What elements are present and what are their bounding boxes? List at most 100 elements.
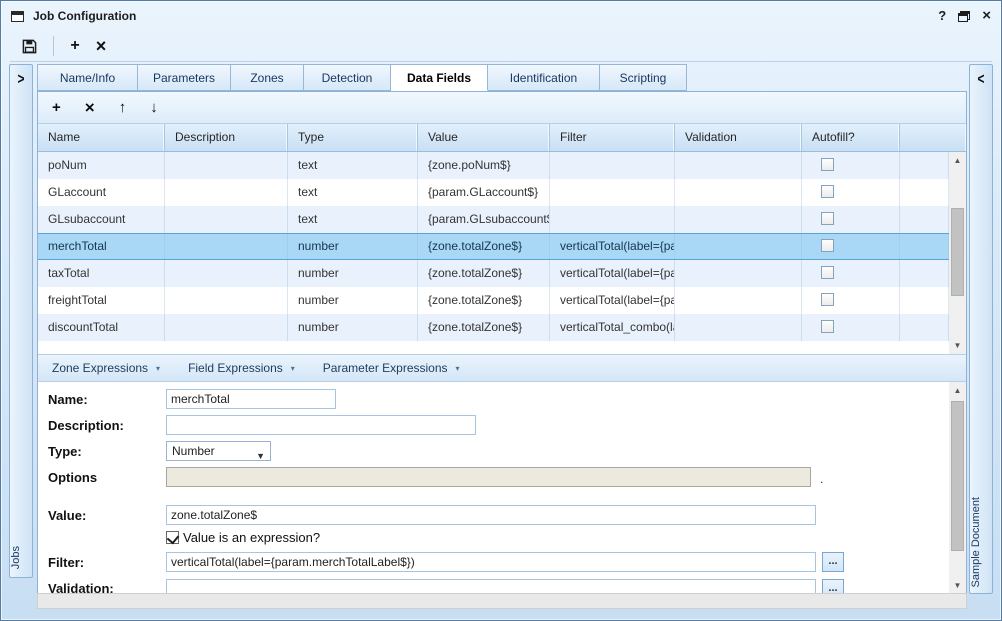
autofill-checkbox[interactable]: [821, 212, 834, 225]
table-row[interactable]: freightTotal number {zone.totalZone$} ve…: [38, 287, 949, 314]
toolbar-separator: [53, 36, 54, 56]
cell-filter: verticalTotal(label={par: [550, 260, 675, 287]
filter-ellipsis-button[interactable]: ...: [822, 552, 844, 572]
value-is-expression-checkbox[interactable]: [166, 531, 179, 544]
value-field[interactable]: [166, 505, 816, 525]
restore-icon[interactable]: [958, 11, 970, 22]
cell-validation: [675, 287, 802, 314]
expand-right-icon[interactable]: >: [10, 70, 32, 88]
cell-autofill: [802, 179, 900, 206]
description-field[interactable]: [166, 415, 476, 435]
tab-zones[interactable]: Zones: [231, 64, 304, 91]
add-job-button[interactable]: +: [62, 37, 88, 55]
cell-type: text: [288, 152, 418, 179]
help-icon[interactable]: ?: [938, 9, 946, 23]
save-icon[interactable]: [22, 39, 37, 54]
grid-scrollbar[interactable]: ▲ ▼: [949, 152, 966, 354]
title-bar[interactable]: Job Configuration ? ×: [11, 6, 991, 26]
scrollbar-thumb[interactable]: [951, 208, 964, 296]
table-row-selected[interactable]: merchTotal number {zone.totalZone$} vert…: [38, 233, 949, 260]
column-header-filter[interactable]: Filter: [550, 124, 675, 151]
table-row[interactable]: GLsubaccount text {param.GLsubaccount$}: [38, 206, 949, 233]
column-header-type[interactable]: Type: [288, 124, 418, 151]
value-label: Value:: [48, 508, 86, 523]
autofill-checkbox[interactable]: [821, 239, 834, 252]
delete-job-button[interactable]: ×: [88, 36, 114, 57]
cell-name: taxTotal: [38, 260, 165, 287]
scrollbar-thumb[interactable]: [951, 401, 964, 551]
move-field-down-button[interactable]: ↓: [150, 99, 158, 116]
window-toolbar: + ×: [10, 31, 992, 62]
expand-left-icon[interactable]: <: [970, 70, 992, 88]
tab-name-info[interactable]: Name/Info: [37, 64, 138, 91]
table-row[interactable]: taxTotal number {zone.totalZone$} vertic…: [38, 260, 949, 287]
validation-ellipsis-button[interactable]: ...: [822, 579, 844, 594]
type-select[interactable]: Number ▼: [166, 441, 271, 461]
table-row[interactable]: poNum text {zone.poNum$}: [38, 152, 949, 179]
tab-detection[interactable]: Detection: [304, 64, 391, 91]
column-header-name[interactable]: Name: [38, 124, 165, 151]
table-row[interactable]: discountTotal number {zone.totalZone$} v…: [38, 314, 949, 341]
scroll-up-icon[interactable]: ▲: [949, 382, 966, 399]
add-field-button[interactable]: +: [52, 99, 61, 116]
menu-parameter-expressions[interactable]: Parameter Expressions ▾: [323, 361, 460, 375]
column-header-autofill[interactable]: Autofill?: [802, 124, 900, 151]
cell-filter: verticalTotal(label={par: [550, 287, 675, 314]
autofill-checkbox[interactable]: [821, 158, 834, 171]
move-field-up-button[interactable]: ↑: [119, 99, 127, 116]
tab-parameters[interactable]: Parameters: [138, 64, 231, 91]
filter-field[interactable]: [166, 552, 816, 572]
column-header-description[interactable]: Description: [165, 124, 288, 151]
cell-type: text: [288, 179, 418, 206]
scroll-up-icon[interactable]: ▲: [949, 152, 966, 169]
jobs-panel-label[interactable]: Jobs: [10, 546, 32, 569]
tab-scripting[interactable]: Scripting: [600, 64, 687, 91]
menu-zone-expressions[interactable]: Zone Expressions ▾: [52, 361, 160, 375]
window-icon: [11, 11, 24, 22]
column-header-validation[interactable]: Validation: [675, 124, 802, 151]
name-field[interactable]: [166, 389, 336, 409]
value-is-expression-label: Value is an expression?: [183, 530, 320, 545]
options-field: [166, 467, 811, 487]
column-header-value[interactable]: Value: [418, 124, 550, 151]
chevron-down-icon: ▾: [156, 364, 160, 373]
cell-autofill: [802, 314, 900, 341]
name-label: Name:: [48, 392, 88, 407]
fields-grid-header: Name Description Type Value Filter Valid…: [38, 124, 966, 152]
tab-identification[interactable]: Identification: [488, 64, 600, 91]
scroll-down-icon[interactable]: ▼: [949, 577, 966, 594]
fields-grid-body: poNum text {zone.poNum$} GLaccount text: [38, 152, 966, 354]
menu-field-expressions[interactable]: Field Expressions ▾: [188, 361, 295, 375]
bottom-collapsed-panel[interactable]: [37, 593, 967, 609]
scroll-down-icon[interactable]: ▼: [949, 337, 966, 354]
chevron-down-icon: ▼: [256, 447, 265, 465]
type-select-value: Number: [172, 444, 215, 458]
cell-filter: verticalTotal_combo(lab: [550, 314, 675, 341]
data-fields-panel: + × ↑ ↓ Name Description Type Value Filt…: [37, 91, 967, 593]
menu-label: Field Expressions: [188, 361, 283, 375]
delete-field-button[interactable]: ×: [85, 98, 95, 118]
cell-autofill: [802, 206, 900, 233]
validation-field[interactable]: [166, 579, 816, 594]
form-scrollbar[interactable]: ▲ ▼: [949, 382, 966, 594]
cell-type: number: [288, 234, 418, 259]
autofill-checkbox[interactable]: [821, 293, 834, 306]
autofill-checkbox[interactable]: [821, 185, 834, 198]
cell-validation: [675, 206, 802, 233]
cell-filter: verticalTotal(label={par: [550, 234, 675, 259]
autofill-checkbox[interactable]: [821, 320, 834, 333]
cell-filler: [900, 260, 949, 287]
tab-data-fields[interactable]: Data Fields: [391, 64, 488, 91]
close-icon[interactable]: ×: [982, 9, 991, 23]
cell-autofill: [802, 234, 900, 259]
autofill-checkbox[interactable]: [821, 266, 834, 279]
table-row[interactable]: GLaccount text {param.GLaccount$}: [38, 179, 949, 206]
jobs-panel-strip[interactable]: > Jobs: [9, 64, 33, 578]
sample-document-panel-strip[interactable]: < Sample Document: [969, 64, 993, 594]
cell-filler: [900, 314, 949, 341]
cell-value: {zone.poNum$}: [418, 152, 550, 179]
sample-document-panel-label[interactable]: Sample Document: [970, 497, 992, 588]
cell-description: [165, 152, 288, 179]
cell-value: {zone.totalZone$}: [418, 287, 550, 314]
cell-filler: [900, 206, 949, 233]
